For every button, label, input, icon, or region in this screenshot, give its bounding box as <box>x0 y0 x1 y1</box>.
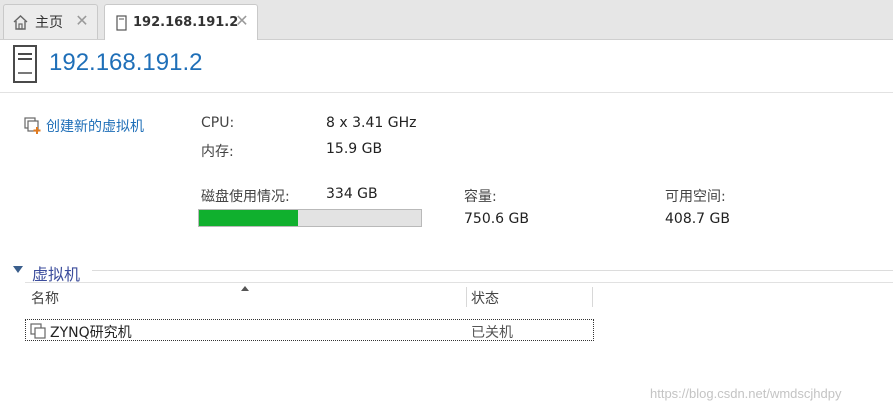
capacity-value: 750.6 GB <box>464 211 529 227</box>
host-icon <box>116 14 127 31</box>
page-title: 192.168.191.2 <box>49 49 203 76</box>
column-header-name[interactable]: 名称 <box>31 288 59 308</box>
table-header: 名称 状态 <box>25 282 893 307</box>
column-header-status[interactable]: 状态 <box>471 288 499 308</box>
collapse-arrow-icon[interactable] <box>13 266 23 273</box>
vm-section-header: 虚拟机 <box>0 258 893 284</box>
column-divider[interactable] <box>466 287 467 307</box>
vm-table: 名称 状态 ZYNQ研究机 已关机 <box>25 282 893 341</box>
disk-usage-value: 334 GB <box>326 186 378 202</box>
free-space-label: 可用空间: <box>665 189 726 205</box>
server-icon <box>12 44 38 84</box>
create-vm-icon <box>24 117 42 135</box>
column-divider[interactable] <box>592 287 593 307</box>
vm-status: 已关机 <box>471 325 513 341</box>
vm-name: ZYNQ研究机 <box>50 325 132 341</box>
close-icon[interactable]: ✕ <box>75 13 89 29</box>
home-icon <box>12 14 29 31</box>
close-icon[interactable]: ✕ <box>235 13 249 29</box>
memory-label: 内存: <box>201 144 234 160</box>
vm-icon <box>30 323 47 339</box>
tab-home[interactable]: 主页 ✕ <box>3 4 98 39</box>
create-vm-label: 创建新的虚拟机 <box>46 119 144 135</box>
table-row[interactable]: ZYNQ研究机 已关机 <box>25 319 594 341</box>
section-divider <box>92 270 893 271</box>
free-space-value: 408.7 GB <box>665 211 730 227</box>
tab-host[interactable]: 192.168.191.2 ✕ <box>104 4 258 40</box>
disk-usage-fill <box>199 210 298 226</box>
memory-value: 15.9 GB <box>326 141 383 157</box>
watermark: https://blog.csdn.net/wmdscjhdpy <box>650 386 842 401</box>
sort-ascending-icon <box>241 286 249 291</box>
cpu-label: CPU: <box>201 115 235 131</box>
cpu-value: 8 x 3.41 GHz <box>326 115 417 131</box>
capacity-label: 容量: <box>464 189 497 205</box>
disk-usage-label: 磁盘使用情况: <box>201 189 290 205</box>
tab-bar: 主页 ✕ 192.168.191.2 ✕ <box>0 0 893 40</box>
tab-home-label: 主页 <box>35 15 63 31</box>
page-header: 192.168.191.2 <box>0 40 893 93</box>
disk-usage-bar <box>198 209 422 227</box>
tab-host-label: 192.168.191.2 <box>133 15 239 30</box>
create-vm-link[interactable]: 创建新的虚拟机 <box>24 116 144 136</box>
